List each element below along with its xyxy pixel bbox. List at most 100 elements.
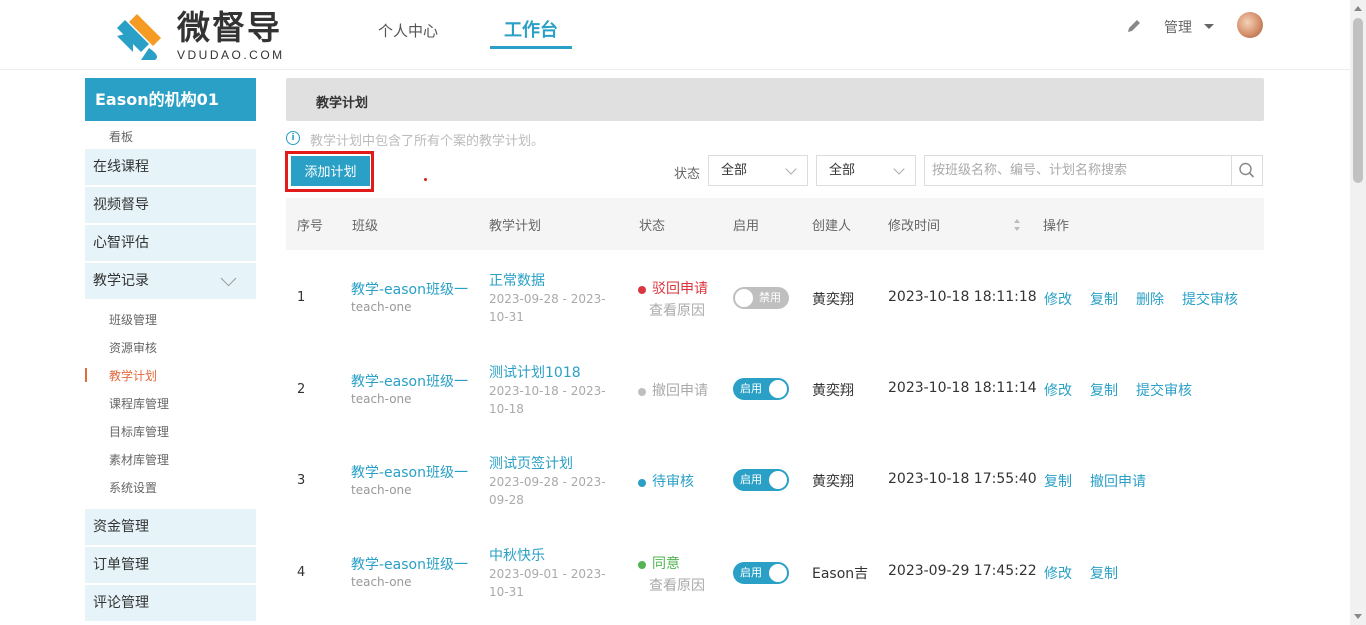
table-row: 2 教学-eason班级一 teach-one 测试计划1018 2023-10… [286,342,1264,434]
col-actions: 操作 [1043,219,1070,234]
caret-down-icon[interactable] [1204,24,1214,29]
plan-link[interactable]: 中秋快乐 [489,545,545,565]
plan-date: 2023-10-18 - 2023-10-18 [489,384,606,416]
toggle-label: 启用 [740,382,762,395]
col-index: 序号 [297,219,324,234]
tab-workbench[interactable]: 工作台 [490,18,572,44]
admin-menu[interactable]: 管理 [1164,17,1192,37]
org-title[interactable]: Eason的机构01 [85,78,256,121]
status-dot [638,478,646,487]
class-code: teach-one [351,392,412,406]
table-row: 4 教学-eason班级一 teach-one 中秋快乐 2023-09-01 … [286,525,1264,617]
scroll-up-icon[interactable] [1354,6,1362,11]
col-class: 班级 [352,219,379,234]
status-text: 待审核 [652,474,694,490]
info-text: 教学计划中包含了所有个案的教学计划。 [310,134,545,149]
status-select[interactable]: 全部 [708,155,808,186]
toggle-label: 启用 [740,473,762,486]
toggle-knob [769,380,787,398]
search-input[interactable] [924,155,1232,186]
table-header: 序号 班级 教学计划 状态 启用 创建人 修改时间 操作 [286,198,1264,250]
search-button[interactable] [1231,155,1263,186]
status-text: 同意 [652,556,680,572]
col-plan: 教学计划 [489,219,542,234]
class-link[interactable]: 教学-eason班级一 [351,371,468,391]
sidebar-sub-system-settings[interactable]: 系统设置 [109,479,157,496]
plan-link[interactable]: 测试页签计划 [489,453,573,473]
copy-link[interactable]: 复制 [1044,471,1072,491]
status-select-value: 全部 [721,163,748,178]
copy-link[interactable]: 复制 [1090,289,1118,309]
toggle-knob [769,564,787,582]
breadcrumb: 教学计划 [286,78,1264,121]
enable-toggle[interactable]: 启用 [733,378,789,400]
sidebar-item-comments[interactable]: 评论管理 [85,585,256,621]
sidebar-item-mind-assessment[interactable]: 心智评估 [85,225,256,261]
sidebar-item-finance[interactable]: 资金管理 [85,509,256,545]
plan-link[interactable]: 正常数据 [489,270,545,290]
creator: 黄奕翔 [812,474,854,490]
status-filter-label: 状态 [674,167,701,182]
edit-link[interactable]: 修改 [1044,380,1072,400]
tab-personal-center[interactable]: 个人中心 [378,18,438,44]
status-badge: 撤回申请 [638,380,708,400]
add-plan-button[interactable]: 添加计划 [291,156,370,186]
class-link[interactable]: 教学-eason班级一 [351,462,468,482]
scroll-down-icon[interactable] [1354,614,1362,619]
copy-link[interactable]: 复制 [1090,380,1118,400]
class-link[interactable]: 教学-eason班级一 [351,279,468,299]
class-link[interactable]: 教学-eason班级一 [351,554,468,574]
info-icon: i [286,131,300,145]
status-badge: 待审核 [638,471,694,491]
withdraw-link[interactable]: 撤回申请 [1090,471,1146,491]
sort-icon[interactable] [1013,218,1021,232]
sidebar-item-online-course[interactable]: 在线课程 [85,149,256,185]
sidebar-item-label: 教学记录 [93,273,149,289]
plan-link[interactable]: 测试计划1018 [489,362,581,382]
submit-review-link[interactable]: 提交审核 [1136,380,1192,400]
enable-select-value: 全部 [829,163,856,178]
modified-time: 2023-10-18 17:55:40 [888,471,1037,487]
sidebar-item-orders[interactable]: 订单管理 [85,547,256,583]
col-status: 状态 [639,219,666,234]
sidebar-sub-material-library[interactable]: 素材库管理 [109,451,169,468]
creator: 黄奕翔 [812,383,854,399]
modified-time: 2023-10-18 18:11:18 [888,289,1037,305]
view-reason-link[interactable]: 查看原因 [649,575,705,595]
vertical-scrollbar[interactable] [1350,0,1366,625]
enable-toggle[interactable]: 启用 [733,469,789,491]
sidebar-item-board[interactable]: 看板 [109,128,133,145]
active-tab-underline [490,46,572,49]
edit-link[interactable]: 修改 [1044,289,1072,309]
status-badge: 同意 [638,553,680,573]
view-reason-link[interactable]: 查看原因 [649,300,705,320]
toggle-label: 启用 [740,566,762,579]
sidebar-sub-course-library[interactable]: 课程库管理 [109,395,169,412]
sidebar: Eason的机构01 看板 在线课程 视频督导 心智评估 教学记录 班级管理 资… [85,78,256,625]
copy-link[interactable]: 复制 [1090,563,1118,583]
logo[interactable]: 微督导 VDUDAO.COM [111,8,291,64]
toggle-knob [735,289,753,307]
pencil-icon[interactable] [1126,18,1142,34]
delete-link[interactable]: 删除 [1136,289,1164,309]
status-text: 撤回申请 [652,383,708,399]
scroll-thumb[interactable] [1353,18,1363,183]
creator: 黄奕翔 [812,292,854,308]
col-modified[interactable]: 修改时间 [888,215,940,234]
class-code: teach-one [351,300,412,314]
sidebar-sub-teaching-plan[interactable]: 教学计划 [109,367,157,384]
enable-toggle[interactable]: 禁用 [733,287,789,309]
sidebar-item-video-supervision[interactable]: 视频督导 [85,187,256,223]
edit-link[interactable]: 修改 [1044,563,1072,583]
logo-subtitle: VDUDAO.COM [177,48,285,62]
plan-date: 2023-09-28 - 2023-10-31 [489,292,606,324]
toggle-knob [769,471,787,489]
sidebar-item-teaching-records[interactable]: 教学记录 [85,263,256,299]
enable-toggle[interactable]: 启用 [733,562,789,584]
enable-select[interactable]: 全部 [816,155,916,186]
submit-review-link[interactable]: 提交审核 [1182,289,1238,309]
sidebar-sub-goal-library[interactable]: 目标库管理 [109,423,169,440]
avatar[interactable] [1237,12,1263,38]
sidebar-sub-class-management[interactable]: 班级管理 [109,311,157,328]
sidebar-sub-resource-review[interactable]: 资源审核 [109,339,157,356]
